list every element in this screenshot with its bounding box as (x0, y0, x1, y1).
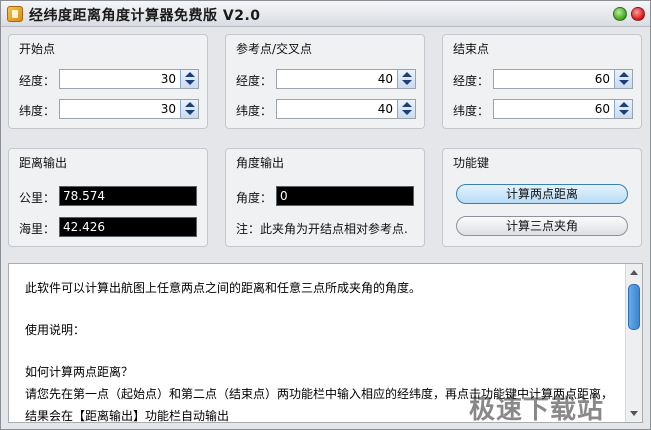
info-line: 如何计算两点距离？ (25, 365, 134, 379)
end-lat-label: 纬度： (453, 104, 490, 118)
ref-point-title: 参考点/交叉点 (236, 42, 313, 56)
spin-arrows-icon[interactable] (180, 100, 198, 118)
end-point-group: 结束点 经度： 60 纬度： 60 (442, 34, 642, 129)
spin-arrows-icon[interactable] (614, 100, 632, 118)
end-lng-value: 60 (594, 72, 610, 86)
calc-distance-button[interactable]: 计算两点距离 (456, 184, 628, 204)
spin-arrows-icon[interactable] (180, 70, 198, 88)
app-icon (7, 6, 23, 22)
ref-lat-value: 40 (377, 102, 393, 116)
angle-output-title: 角度输出 (236, 156, 285, 170)
ref-lat-label: 纬度： (236, 104, 273, 118)
spin-arrows-icon[interactable] (614, 70, 632, 88)
nm-label: 海里： (19, 222, 56, 236)
end-lat-spinbox[interactable]: 60 (493, 99, 633, 119)
spin-arrows-icon[interactable] (397, 100, 415, 118)
app-window: 经纬度距离角度计算器免费版 V2.0 开始点 经度： 30 纬度： 30 参考点… (0, 0, 651, 430)
angle-output-field: 0 (276, 186, 414, 206)
scroll-down-icon[interactable] (630, 411, 638, 416)
watermark: 极速下载站 (469, 395, 605, 425)
km-label: 公里： (19, 191, 56, 205)
ref-lng-value: 40 (377, 72, 393, 86)
start-point-group: 开始点 经度： 30 纬度： 30 (8, 34, 208, 129)
angle-label: 角度： (236, 191, 273, 205)
distance-output-title: 距离输出 (19, 156, 68, 170)
start-lng-value: 30 (160, 72, 176, 86)
ref-point-group: 参考点/交叉点 经度： 40 纬度： 40 (225, 34, 425, 129)
end-lng-spinbox[interactable]: 60 (493, 69, 633, 89)
distance-output-group: 距离输出 公里： 78.574 海里： 42.426 (8, 148, 208, 247)
vertical-scrollbar[interactable] (625, 264, 642, 422)
start-lat-label: 纬度： (19, 104, 56, 118)
angle-note: 注：此夹角为开结点相对参考点. (236, 222, 408, 236)
end-lng-label: 经度： (453, 74, 490, 88)
ref-lng-spinbox[interactable]: 40 (276, 69, 416, 89)
scroll-up-icon[interactable] (630, 270, 638, 275)
start-lng-spinbox[interactable]: 30 (59, 69, 199, 89)
minimize-button[interactable] (613, 7, 627, 21)
start-lat-value: 30 (160, 102, 176, 116)
angle-output-group: 角度输出 角度： 0 注：此夹角为开结点相对参考点. (225, 148, 425, 247)
close-button[interactable] (631, 7, 645, 21)
info-line: 使用说明： (25, 323, 86, 337)
start-point-title: 开始点 (19, 42, 56, 56)
functions-title: 功能键 (453, 156, 490, 170)
window-title: 经纬度距离角度计算器免费版 V2.0 (29, 8, 261, 24)
end-lat-value: 60 (594, 102, 610, 116)
title-bar: 经纬度距离角度计算器免费版 V2.0 (1, 1, 650, 27)
end-point-title: 结束点 (453, 42, 490, 56)
info-line: 结果会在【距离输出】功能栏自动输出 (25, 409, 230, 423)
start-lat-spinbox[interactable]: 30 (59, 99, 199, 119)
scroll-thumb[interactable] (628, 284, 640, 330)
km-output-field: 78.574 (59, 186, 197, 206)
spin-arrows-icon[interactable] (397, 70, 415, 88)
ref-lat-spinbox[interactable]: 40 (276, 99, 416, 119)
start-lng-label: 经度： (19, 74, 56, 88)
info-line: 此软件可以计算出航图上任意两点之间的距离和任意三点所成夹角的角度。 (25, 281, 422, 295)
nm-output-field: 42.426 (59, 217, 197, 237)
functions-group: 功能键 计算两点距离 计算三点夹角 (442, 148, 642, 247)
ref-lng-label: 经度： (236, 74, 273, 88)
calc-angle-button[interactable]: 计算三点夹角 (456, 216, 628, 236)
